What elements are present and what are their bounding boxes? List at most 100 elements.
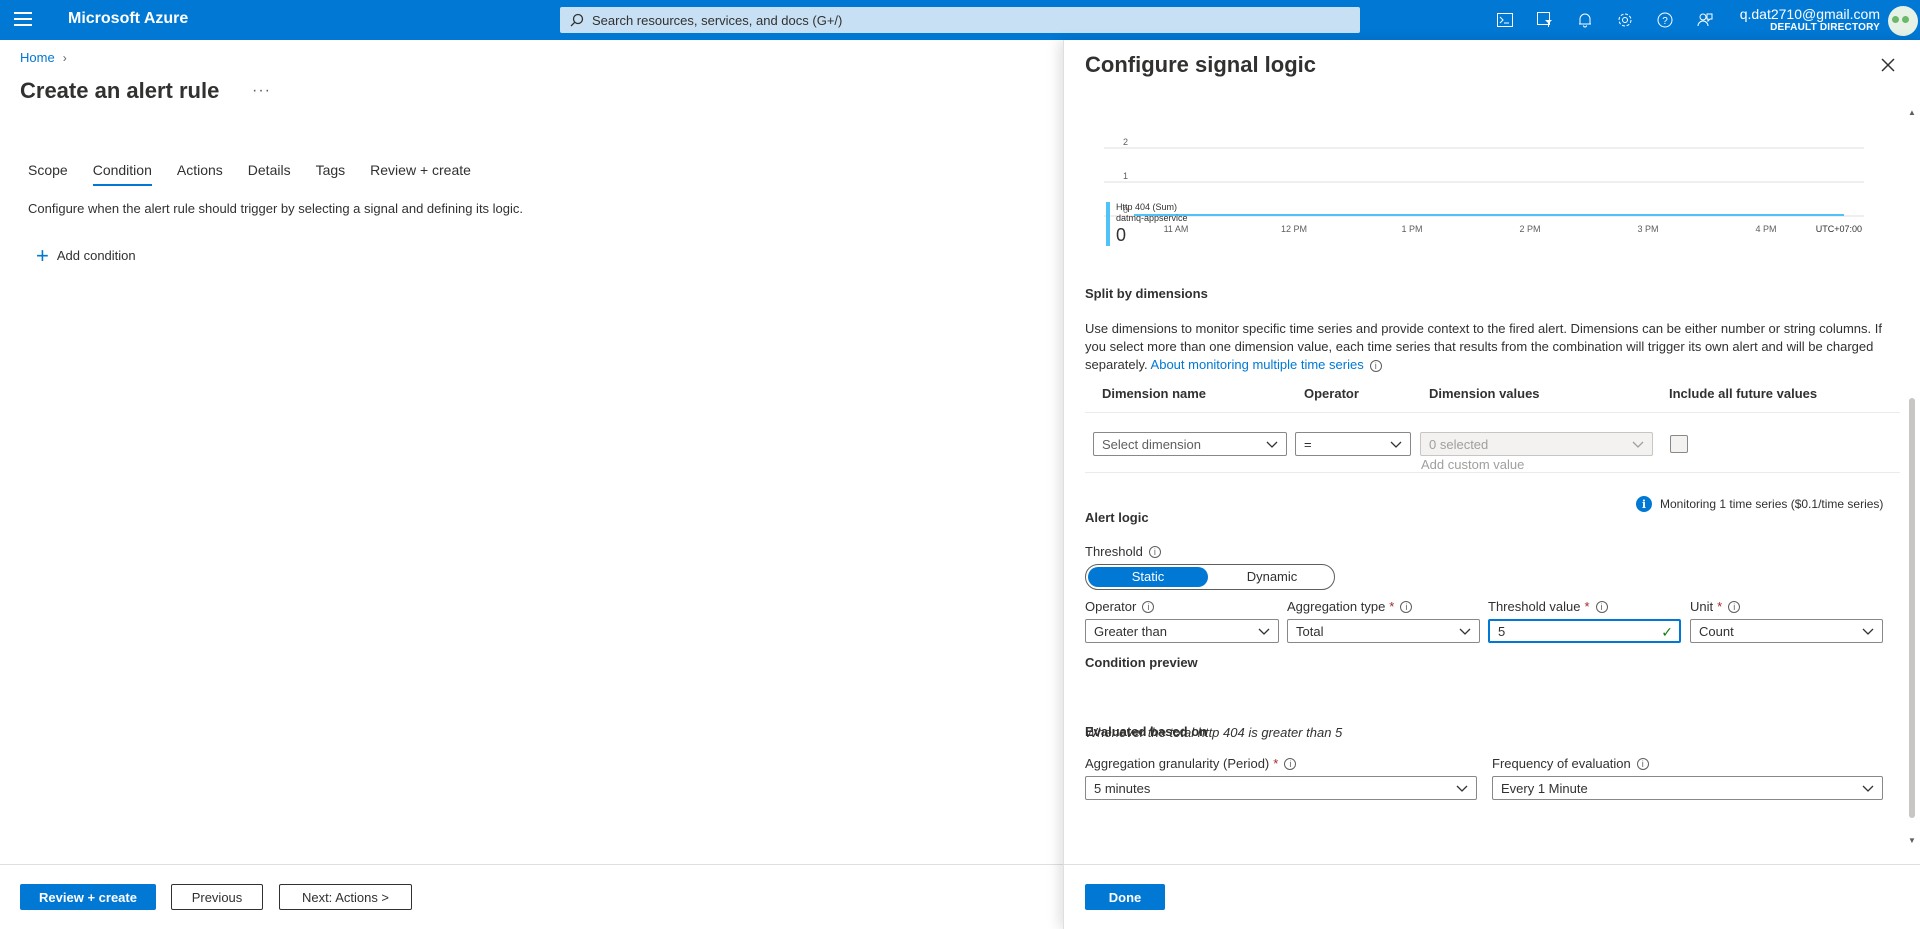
frequency-dropdown[interactable]: Every 1 Minute	[1492, 776, 1883, 800]
x-tick-label: 3 PM	[1637, 224, 1658, 234]
help-icon[interactable]: ?	[1645, 8, 1685, 32]
done-button[interactable]: Done	[1085, 884, 1165, 910]
next-actions-button[interactable]: Next: Actions >	[279, 884, 412, 910]
aggregation-type-dropdown[interactable]: Total	[1287, 619, 1480, 643]
split-dimensions-description: Use dimensions to monitor specific time …	[1085, 321, 1882, 372]
top-bar: Microsoft Azure Search resources, servic…	[0, 0, 1920, 40]
add-condition-button[interactable]: + Add condition	[36, 242, 136, 268]
tab-tags[interactable]: Tags	[316, 162, 346, 186]
plus-icon: +	[36, 242, 49, 268]
tab-scope[interactable]: Scope	[28, 162, 68, 186]
search-placeholder: Search resources, services, and docs (G+…	[592, 12, 843, 28]
monitoring-info: i Monitoring 1 time series ($0.1/time se…	[1636, 496, 1883, 512]
chevron-down-icon	[1456, 785, 1468, 792]
info-icon[interactable]: i	[1284, 757, 1297, 770]
svg-text:?: ?	[1662, 16, 1668, 27]
frequency-label: Frequency of evaluation i	[1492, 756, 1649, 771]
settings-icon[interactable]	[1605, 8, 1645, 32]
alert-logic-title: Alert logic	[1085, 510, 1149, 525]
timezone-label: UTC+07:00	[1816, 224, 1862, 234]
tab-condition[interactable]: Condition	[92, 162, 152, 186]
breadcrumb: Home ›	[20, 50, 67, 65]
account-info[interactable]: q.dat2710@gmail.com DEFAULT DIRECTORY	[1740, 6, 1880, 33]
info-icon[interactable]: i	[1595, 600, 1608, 613]
threshold-toggle: Static Dynamic	[1085, 564, 1335, 590]
x-tick-label: 1 PM	[1401, 224, 1422, 234]
operator-label: Operator i	[1085, 599, 1155, 614]
dimension-operator-dropdown[interactable]: =	[1295, 432, 1411, 456]
operator-header: Operator	[1304, 386, 1359, 401]
info-icon[interactable]: i	[1728, 600, 1741, 613]
chevron-down-icon	[1862, 628, 1874, 635]
review-create-button[interactable]: Review + create	[20, 884, 156, 910]
top-icons: ?	[1485, 8, 1725, 32]
dimension-values-dropdown[interactable]: 0 selected	[1420, 432, 1653, 456]
avatar[interactable]	[1888, 6, 1918, 36]
add-condition-label: Add condition	[56, 248, 136, 263]
chevron-down-icon	[1390, 441, 1402, 448]
info-icon[interactable]: i	[1369, 359, 1382, 372]
legend-resource: datmq-appservice	[1116, 213, 1188, 223]
unit-dropdown[interactable]: Count	[1690, 619, 1883, 643]
threshold-value-input[interactable]: 5 ✓	[1488, 619, 1681, 643]
more-options-icon[interactable]: ···	[252, 82, 271, 100]
threshold-static-option[interactable]: Static	[1088, 567, 1208, 587]
chevron-down-icon	[1258, 628, 1270, 635]
wizard-tabs: Scope Condition Actions Details Tags Rev…	[28, 162, 496, 186]
scrollbar-thumb[interactable]	[1909, 398, 1915, 818]
threshold-value-label: Threshold value * i	[1488, 599, 1608, 614]
checkmark-icon: ✓	[1661, 624, 1673, 640]
add-custom-value-link[interactable]: Add custom value	[1421, 457, 1524, 472]
x-tick-label: 4 PM	[1755, 224, 1776, 234]
y-tick-label: 1	[1123, 171, 1128, 181]
feedback-icon[interactable]	[1685, 8, 1725, 32]
table-divider	[1085, 412, 1900, 413]
threshold-dynamic-option[interactable]: Dynamic	[1212, 567, 1332, 587]
scroll-up-icon[interactable]: ▲	[1908, 108, 1916, 117]
info-icon[interactable]: i	[1148, 545, 1161, 558]
condition-description: Configure when the alert rule should tri…	[28, 201, 524, 216]
y-tick-label: 2	[1123, 137, 1128, 147]
chart-legend: Http 404 (Sum) datmq-appservice 0	[1106, 202, 1188, 246]
chevron-down-icon	[1862, 785, 1874, 792]
tab-actions[interactable]: Actions	[177, 162, 223, 186]
monitoring-multiple-link[interactable]: About monitoring multiple time series	[1151, 357, 1364, 372]
dimension-name-dropdown[interactable]: Select dimension	[1093, 432, 1287, 456]
cloud-shell-icon[interactable]	[1485, 8, 1525, 32]
tab-details[interactable]: Details	[248, 162, 291, 186]
configure-signal-logic-panel: Configure signal logic ▲ ▼ 0 1 2 11 AM 12 PM…	[1063, 40, 1920, 929]
directory-filter-icon[interactable]	[1525, 8, 1565, 32]
chevron-down-icon	[1459, 628, 1471, 635]
threshold-label: Threshold i	[1085, 544, 1161, 559]
info-icon[interactable]: i	[1400, 600, 1413, 613]
info-icon[interactable]: i	[1636, 757, 1649, 770]
brand-name[interactable]: Microsoft Azure	[68, 10, 188, 28]
info-icon[interactable]: i	[1142, 600, 1155, 613]
page-title: Create an alert rule	[20, 78, 220, 103]
breadcrumb-home-link[interactable]: Home	[20, 50, 55, 65]
close-icon[interactable]	[1879, 56, 1897, 74]
include-future-values-checkbox[interactable]	[1670, 435, 1688, 453]
hamburger-menu-icon[interactable]	[14, 12, 32, 28]
evaluated-title: Evaluated based on	[1085, 724, 1208, 739]
previous-button[interactable]: Previous	[171, 884, 263, 910]
chevron-right-icon: ›	[62, 50, 67, 65]
aggregation-type-label: Aggregation type * i	[1287, 599, 1413, 614]
scroll-down-icon[interactable]: ▼	[1908, 836, 1916, 845]
x-tick-label: 2 PM	[1519, 224, 1540, 234]
split-dimensions-title: Split by dimensions	[1085, 286, 1208, 301]
notifications-icon[interactable]	[1565, 8, 1605, 32]
tab-review-create[interactable]: Review + create	[370, 162, 471, 186]
granularity-dropdown[interactable]: 5 minutes	[1085, 776, 1477, 800]
unit-label: Unit * i	[1690, 599, 1741, 614]
search-icon	[570, 13, 584, 27]
metric-chart: 01211 AM 12 PM 1 PM 2 PM 3 PM 4 PM UTC+07:00	[1104, 137, 1864, 234]
operator-dropdown[interactable]: Greater than	[1085, 619, 1279, 643]
footer-divider	[0, 864, 1063, 865]
panel-footer-divider	[1064, 864, 1920, 865]
include-future-header: Include all future values	[1669, 386, 1818, 401]
dimension-values-header: Dimension values	[1429, 386, 1540, 401]
search-input[interactable]: Search resources, services, and docs (G+…	[560, 7, 1360, 33]
granularity-label: Aggregation granularity (Period) * i	[1085, 756, 1297, 771]
panel-scrollbar[interactable]: ▲ ▼	[1906, 108, 1916, 848]
